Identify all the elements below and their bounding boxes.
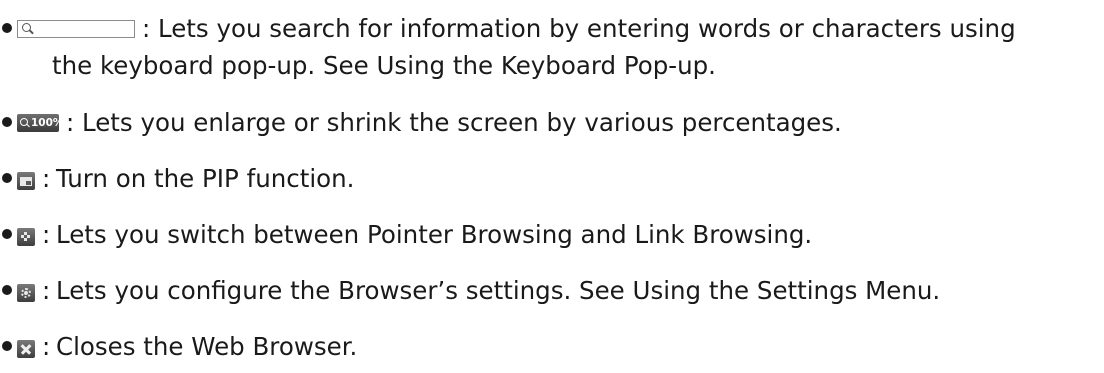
feature-list: : Lets you search for information by ent… xyxy=(0,0,1104,373)
zoom-icon: 100% xyxy=(17,114,63,132)
bullet xyxy=(2,23,12,33)
search-field-icon xyxy=(17,20,135,38)
separator-colon: : xyxy=(42,276,51,305)
item-description: Lets you enlarge or shrink the screen by… xyxy=(82,108,842,137)
zoom-level: 100% xyxy=(31,117,64,129)
bullet xyxy=(2,173,12,183)
settings-gear-icon xyxy=(17,284,35,302)
close-icon xyxy=(17,340,35,358)
pip-icon xyxy=(17,172,35,190)
separator-colon: : xyxy=(42,332,51,361)
item-description-continued: the keyboard pop-up. See Using the Keybo… xyxy=(52,51,716,80)
bullet xyxy=(2,229,12,239)
separator-colon: : xyxy=(42,220,51,249)
magnifier-icon xyxy=(22,23,31,32)
item-description: Lets you switch between Pointer Browsing… xyxy=(56,220,813,249)
item-description: Closes the Web Browser. xyxy=(56,332,358,361)
item-description: Lets you configure the Browser’s setting… xyxy=(56,276,941,305)
separator-colon: : xyxy=(66,108,75,137)
item-description: Turn on the PIP function. xyxy=(56,164,355,193)
separator-colon: : xyxy=(42,164,51,193)
pointer-browsing-icon xyxy=(17,228,35,246)
zoom-magnifier-icon xyxy=(20,118,28,126)
bullet xyxy=(2,117,12,127)
separator-colon: : xyxy=(142,14,151,43)
item-description: Lets you search for information by enter… xyxy=(158,14,1016,43)
bullet xyxy=(2,285,12,295)
bullet xyxy=(2,341,12,351)
